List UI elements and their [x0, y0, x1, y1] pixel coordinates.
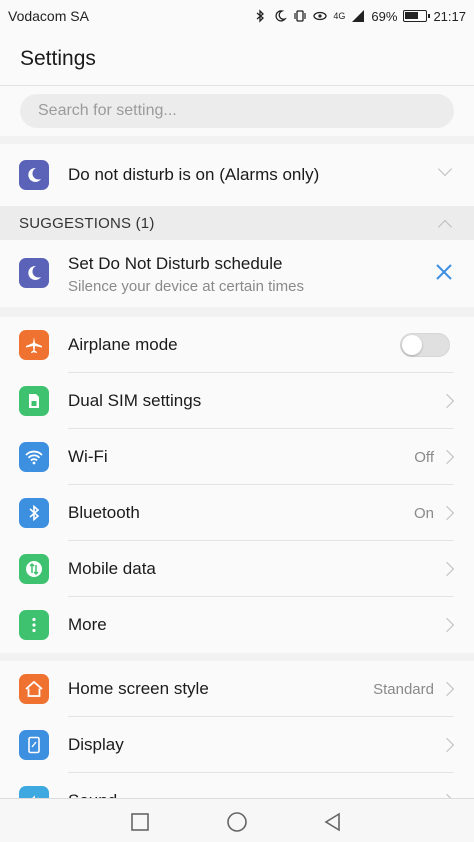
recents-button-icon[interactable] [129, 811, 151, 833]
status-bar: Vodacom SA 4G 69% 21:17 [0, 0, 474, 32]
item-label: Mobile data [68, 559, 156, 578]
moon-icon [19, 258, 49, 288]
sim-icon [19, 386, 49, 416]
carrier-name: Vodacom SA [8, 8, 89, 24]
bluetooth-status-icon [256, 9, 265, 23]
chevron-up-icon[interactable] [437, 219, 453, 235]
battery-fill [405, 12, 419, 19]
signal-icon [352, 10, 365, 22]
suggestions-heading: SUGGESTIONS (1) [19, 214, 155, 232]
home-icon [19, 674, 49, 704]
chevron-right-icon [439, 737, 455, 753]
item-label: Home screen style [68, 679, 209, 698]
item-label: Bluetooth [68, 503, 140, 522]
chevron-right-icon [439, 561, 455, 577]
suggestions-header[interactable]: SUGGESTIONS (1) [0, 206, 474, 240]
chevron-right-icon [439, 449, 455, 465]
chevron-right-icon [439, 617, 455, 633]
clock: 21:17 [433, 8, 466, 24]
settings-item-airplane-mode[interactable]: Airplane mode [0, 317, 474, 373]
personalization-group: Home screen style Standard Display Sound [0, 661, 474, 801]
settings-item-more[interactable]: More [0, 597, 474, 653]
vibrate-icon [294, 10, 307, 22]
dnd-card: Do not disturb is on (Alarms only) [0, 144, 474, 206]
close-icon[interactable] [434, 262, 454, 282]
back-button-icon[interactable] [322, 811, 344, 833]
eye-comfort-icon [313, 11, 328, 21]
search-container [0, 86, 474, 136]
settings-screen: Vodacom SA 4G 69% 21:17 Settings Do not … [0, 0, 474, 842]
network-type-label: 4G [333, 11, 346, 21]
settings-item-mobile-data[interactable]: Mobile data [0, 541, 474, 597]
item-label: Dual SIM settings [68, 391, 202, 410]
suggestion-subtitle: Silence your device at certain times [68, 278, 304, 295]
dnd-label: Do not disturb is on (Alarms only) [68, 165, 320, 184]
airplane-mode-toggle[interactable] [400, 333, 450, 357]
mobile-data-icon [19, 554, 49, 584]
dnd-row[interactable]: Do not disturb is on (Alarms only) [0, 144, 474, 206]
item-label: Display [68, 735, 124, 754]
item-label: Wi-Fi [68, 447, 108, 466]
wifi-icon [19, 442, 49, 472]
airplane-icon [19, 330, 49, 360]
wifi-status: Off [414, 448, 434, 466]
chevron-right-icon [439, 393, 455, 409]
settings-item-display[interactable]: Display [0, 717, 474, 773]
app-header: Settings [0, 32, 474, 86]
more-icon [19, 610, 49, 640]
connectivity-group: Airplane mode Dual SIM settings Wi-Fi Of… [0, 317, 474, 653]
settings-item-bluetooth[interactable]: Bluetooth On [0, 485, 474, 541]
item-label: Airplane mode [68, 335, 178, 354]
suggestion-title: Set Do Not Disturb schedule [68, 254, 283, 273]
bluetooth-status: On [413, 504, 434, 522]
settings-item-sound[interactable]: Sound [0, 773, 474, 801]
chevron-down-icon[interactable] [437, 161, 453, 177]
settings-item-dual-sim[interactable]: Dual SIM settings [0, 373, 474, 429]
home-style-value: Standard [373, 680, 434, 698]
search-input[interactable] [20, 94, 454, 128]
chevron-right-icon [439, 505, 455, 521]
bluetooth-icon [19, 498, 49, 528]
battery-percent: 69% [371, 8, 398, 24]
settings-item-home-screen-style[interactable]: Home screen style Standard [0, 661, 474, 717]
chevron-right-icon [439, 681, 455, 697]
display-icon [19, 730, 49, 760]
home-button-icon[interactable] [226, 811, 248, 833]
moon-icon [19, 160, 49, 190]
navigation-bar [0, 798, 474, 842]
moon-status-icon [275, 10, 288, 22]
item-label: More [68, 615, 107, 634]
page-title: Settings [20, 46, 96, 70]
suggestion-item[interactable]: Set Do Not Disturb schedule Silence your… [0, 240, 474, 307]
toggle-knob [402, 335, 422, 355]
battery-icon [403, 10, 431, 22]
settings-item-wifi[interactable]: Wi-Fi Off [0, 429, 474, 485]
